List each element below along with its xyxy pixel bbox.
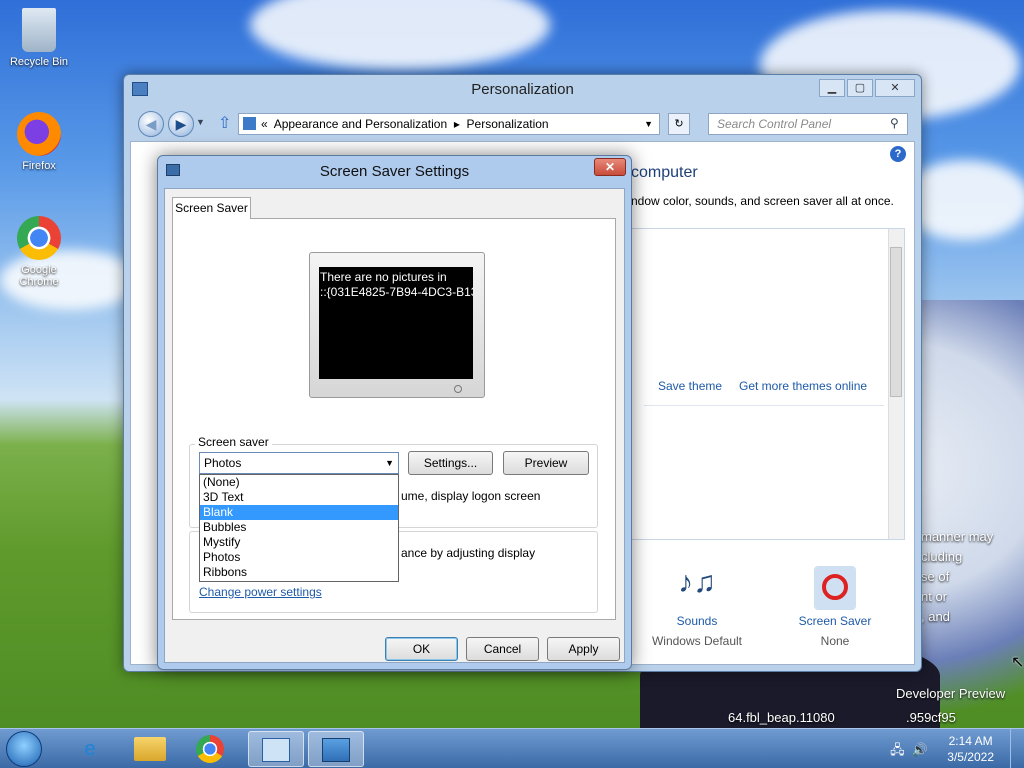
recent-pages-dropdown[interactable]: ▼	[196, 117, 205, 127]
no-screensaver-icon	[814, 566, 856, 610]
screen-saver-value: None	[820, 634, 850, 648]
chevron-down-icon: ▼	[385, 458, 394, 468]
page-description: ndow color, sounds, and screen saver all…	[631, 194, 894, 208]
screen-saver-label[interactable]: Screen Saver	[783, 614, 887, 628]
preview-screen: There are no pictures in ::{031E4825-7B9…	[319, 267, 473, 379]
cloud	[250, 0, 550, 70]
themes-list[interactable]: Save theme Get more themes online	[631, 228, 905, 540]
desktop-icon-firefox[interactable]: Firefox	[4, 112, 74, 172]
logon-screen-text: ume, display logon screen	[401, 489, 541, 503]
option-3d-text[interactable]: 3D Text	[200, 490, 398, 505]
recycle-bin-icon	[22, 8, 56, 52]
volume-icon[interactable]: 🔊	[912, 742, 928, 757]
settings-button[interactable]: Settings...	[408, 451, 493, 475]
screen-saver-dialog: Screen Saver Settings ✕ Screen Saver The…	[157, 155, 632, 670]
forward-button[interactable]: ▶	[168, 111, 194, 137]
apply-button[interactable]: Apply	[547, 637, 620, 661]
option-none[interactable]: (None)	[200, 475, 398, 490]
desktop-icon-recycle-bin[interactable]: Recycle Bin	[4, 8, 74, 68]
start-button[interactable]	[6, 731, 42, 767]
scrollbar-thumb[interactable]	[890, 247, 902, 397]
page-heading: computer	[631, 164, 698, 181]
help-icon[interactable]: ?	[890, 146, 906, 162]
control-panel-icon	[243, 117, 256, 130]
dialog-close-button[interactable]: ✕	[594, 158, 626, 176]
clock-time: 2:14 AM	[948, 734, 993, 748]
desktop-icon-label: Google Chrome	[19, 264, 59, 288]
control-panel-icon[interactable]	[248, 731, 304, 767]
watermark-build-id: 64.fbl_beap.11080	[728, 710, 835, 725]
get-more-themes-link[interactable]: Get more themes online	[739, 379, 867, 393]
network-icon[interactable]: 🖧	[890, 742, 905, 757]
maximize-button[interactable]: ▢	[847, 79, 873, 97]
minimize-button[interactable]: ▁	[819, 79, 845, 97]
breadcrumb-appearance[interactable]: Appearance and Personalization	[274, 117, 447, 131]
dialog-body: Screen Saver There are no pictures in ::…	[164, 188, 625, 663]
refresh-button[interactable]: ↻	[668, 113, 690, 135]
tab-panel: There are no pictures in ::{031E4825-7B9…	[172, 218, 616, 620]
search-input[interactable]: Search Control Panel	[708, 113, 908, 135]
breadcrumb-personalization[interactable]: Personalization	[467, 117, 549, 131]
ie-icon[interactable]: e	[62, 731, 118, 767]
explorer-icon[interactable]	[122, 731, 178, 767]
address-dropdown-icon[interactable]: ▼	[644, 114, 653, 134]
address-bar[interactable]: « Appearance and Personalization ▸ Perso…	[238, 113, 660, 135]
divider	[644, 405, 884, 406]
mouse-cursor-icon: ↖	[1011, 654, 1024, 671]
sounds-value: Windows Default	[651, 634, 743, 648]
sounds-setting[interactable]: ♪♫ Sounds Windows Default	[645, 566, 749, 648]
dialog-title: Screen Saver Settings	[319, 163, 470, 180]
clock-date: 3/5/2022	[947, 750, 994, 764]
clock[interactable]: 2:14 AM 3/5/2022	[947, 733, 994, 765]
themes-scrollbar[interactable]	[888, 229, 904, 539]
desktop-icon-label: Recycle Bin	[9, 56, 69, 68]
window-title: Personalization	[471, 81, 574, 98]
system-tray: 🖧 🔊	[890, 741, 928, 763]
power-led-icon	[454, 385, 462, 393]
screen-saver-options-list[interactable]: (None) 3D Text Blank Bubbles Mystify Pho…	[199, 474, 399, 582]
monitor-preview: There are no pictures in ::{031E4825-7B9…	[309, 252, 485, 398]
option-ribbons[interactable]: Ribbons	[200, 565, 398, 580]
screen-saver-setting[interactable]: Screen Saver None	[783, 566, 887, 648]
breadcrumb-prefix[interactable]: «	[261, 117, 268, 131]
desktop-icon-chrome[interactable]: Google Chrome	[4, 216, 74, 288]
watermark-side-text: manner may cluding se of nt or , and	[921, 529, 994, 624]
change-power-settings-link[interactable]: Change power settings	[199, 585, 322, 599]
preview-message-line1: There are no pictures in	[320, 270, 447, 284]
option-mystify[interactable]: Mystify	[200, 535, 398, 550]
preview-button[interactable]: Preview	[503, 451, 589, 475]
sounds-label[interactable]: Sounds	[645, 614, 749, 628]
preview-message-line2: ::{031E4825-7B94-4DC3-B131	[320, 285, 473, 299]
screen-saver-selected: Photos	[204, 456, 242, 470]
personalization-icon[interactable]	[308, 731, 364, 767]
music-notes-icon: ♪♫	[678, 566, 716, 599]
taskbar: e 🖧 🔊 2:14 AM 3/5/2022	[0, 728, 1024, 768]
window-controls: ▁ ▢ ✕	[819, 79, 915, 97]
power-management-text: ance by adjusting display	[401, 546, 536, 560]
navigation-toolbar: ◀ ▶ ▼ ⇧ « Appearance and Personalization…	[132, 111, 913, 139]
screen-saver-select[interactable]: Photos ▼	[199, 452, 399, 474]
close-button[interactable]: ✕	[875, 79, 915, 97]
save-theme-link[interactable]: Save theme	[658, 379, 722, 393]
chrome-icon[interactable]	[182, 731, 238, 767]
watermark-build-hash: .959cf95	[906, 710, 956, 725]
chrome-icon	[17, 216, 61, 260]
up-arrow-icon[interactable]: ⇧	[218, 113, 231, 133]
option-photos[interactable]: Photos	[200, 550, 398, 565]
back-button[interactable]: ◀	[138, 111, 164, 137]
watermark-build: Developer Preview	[896, 686, 1006, 701]
search-icon[interactable]: ⚲	[890, 116, 899, 130]
breadcrumb-separator[interactable]: ▸	[454, 117, 460, 131]
tab-screen-saver[interactable]: Screen Saver	[172, 197, 251, 219]
screen-saver-group-label: Screen saver	[195, 435, 272, 449]
firefox-icon	[17, 112, 61, 156]
option-bubbles[interactable]: Bubbles	[200, 520, 398, 535]
desktop-icon-label: Firefox	[22, 160, 56, 172]
show-desktop-button[interactable]	[1010, 729, 1024, 768]
cancel-button[interactable]: Cancel	[466, 637, 539, 661]
option-blank[interactable]: Blank	[200, 505, 398, 520]
ok-button[interactable]: OK	[385, 637, 458, 661]
